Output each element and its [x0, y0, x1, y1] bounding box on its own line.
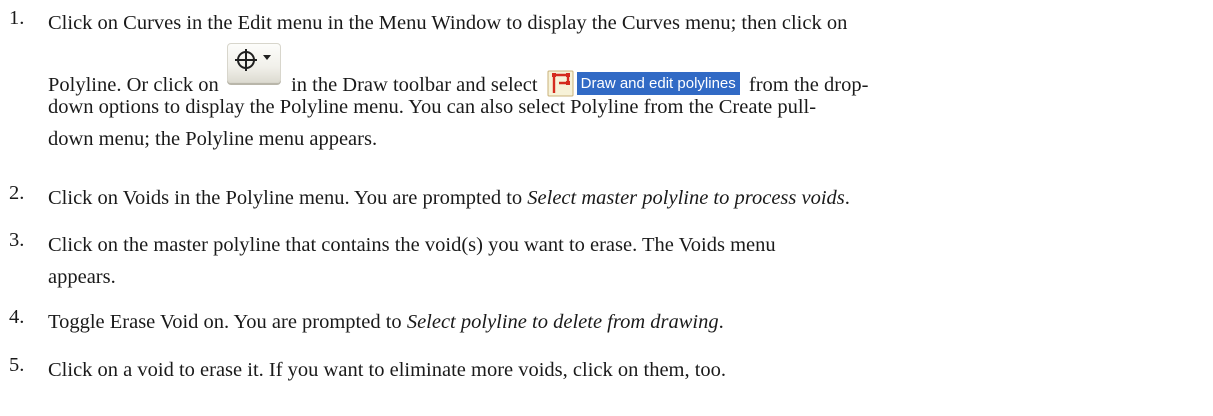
step-line: appears.: [48, 266, 116, 288]
step-text: Toggle Erase Void on. You are prompted t…: [48, 306, 1208, 338]
step-line: Click on the master polyline that contai…: [48, 234, 776, 256]
step-number: 4.: [9, 306, 25, 328]
step-text: Click on a void to erase it. If you want…: [48, 354, 1208, 386]
step-number: 5.: [9, 354, 25, 376]
step-text-fragment: .: [718, 311, 724, 333]
step-line: Toggle Erase Void on. You are prompted t…: [48, 306, 1208, 338]
step-text-fragment: Toggle Erase Void on. You are prompted t…: [48, 311, 407, 333]
prompt-text: Select master polyline to process voids: [527, 187, 845, 209]
step-line: Click on Voids in the Polyline menu. You…: [48, 182, 1208, 214]
step-number: 3.: [9, 229, 25, 251]
step-text: Click on Voids in the Polyline menu. You…: [48, 182, 1208, 214]
step-line: Click on Curves in the Edit menu in the …: [48, 12, 848, 34]
step-line: down options to display the Polyline men…: [48, 96, 817, 118]
step-text-fragment: Click on Voids in the Polyline menu. You…: [48, 187, 528, 209]
step-text: Click on Curves in the Edit menu in the …: [48, 7, 1208, 155]
draw-toolbar-button[interactable]: [226, 43, 281, 83]
prompt-text: Select polyline to delete from drawing: [406, 311, 719, 333]
step-text-fragment: .: [844, 187, 850, 209]
crosshair-circle-dropdown-icon: [234, 49, 271, 71]
step-line: Click on a void to erase it. If you want…: [48, 359, 727, 381]
step-number: 1.: [9, 7, 25, 29]
step-number: 2.: [9, 182, 25, 204]
step-text: Click on the master polyline that contai…: [48, 229, 1208, 293]
step-line: down menu; the Polyline menu appears.: [48, 128, 378, 150]
step-line: Polyline. Or click on in the Draw toolba…: [48, 43, 1208, 97]
